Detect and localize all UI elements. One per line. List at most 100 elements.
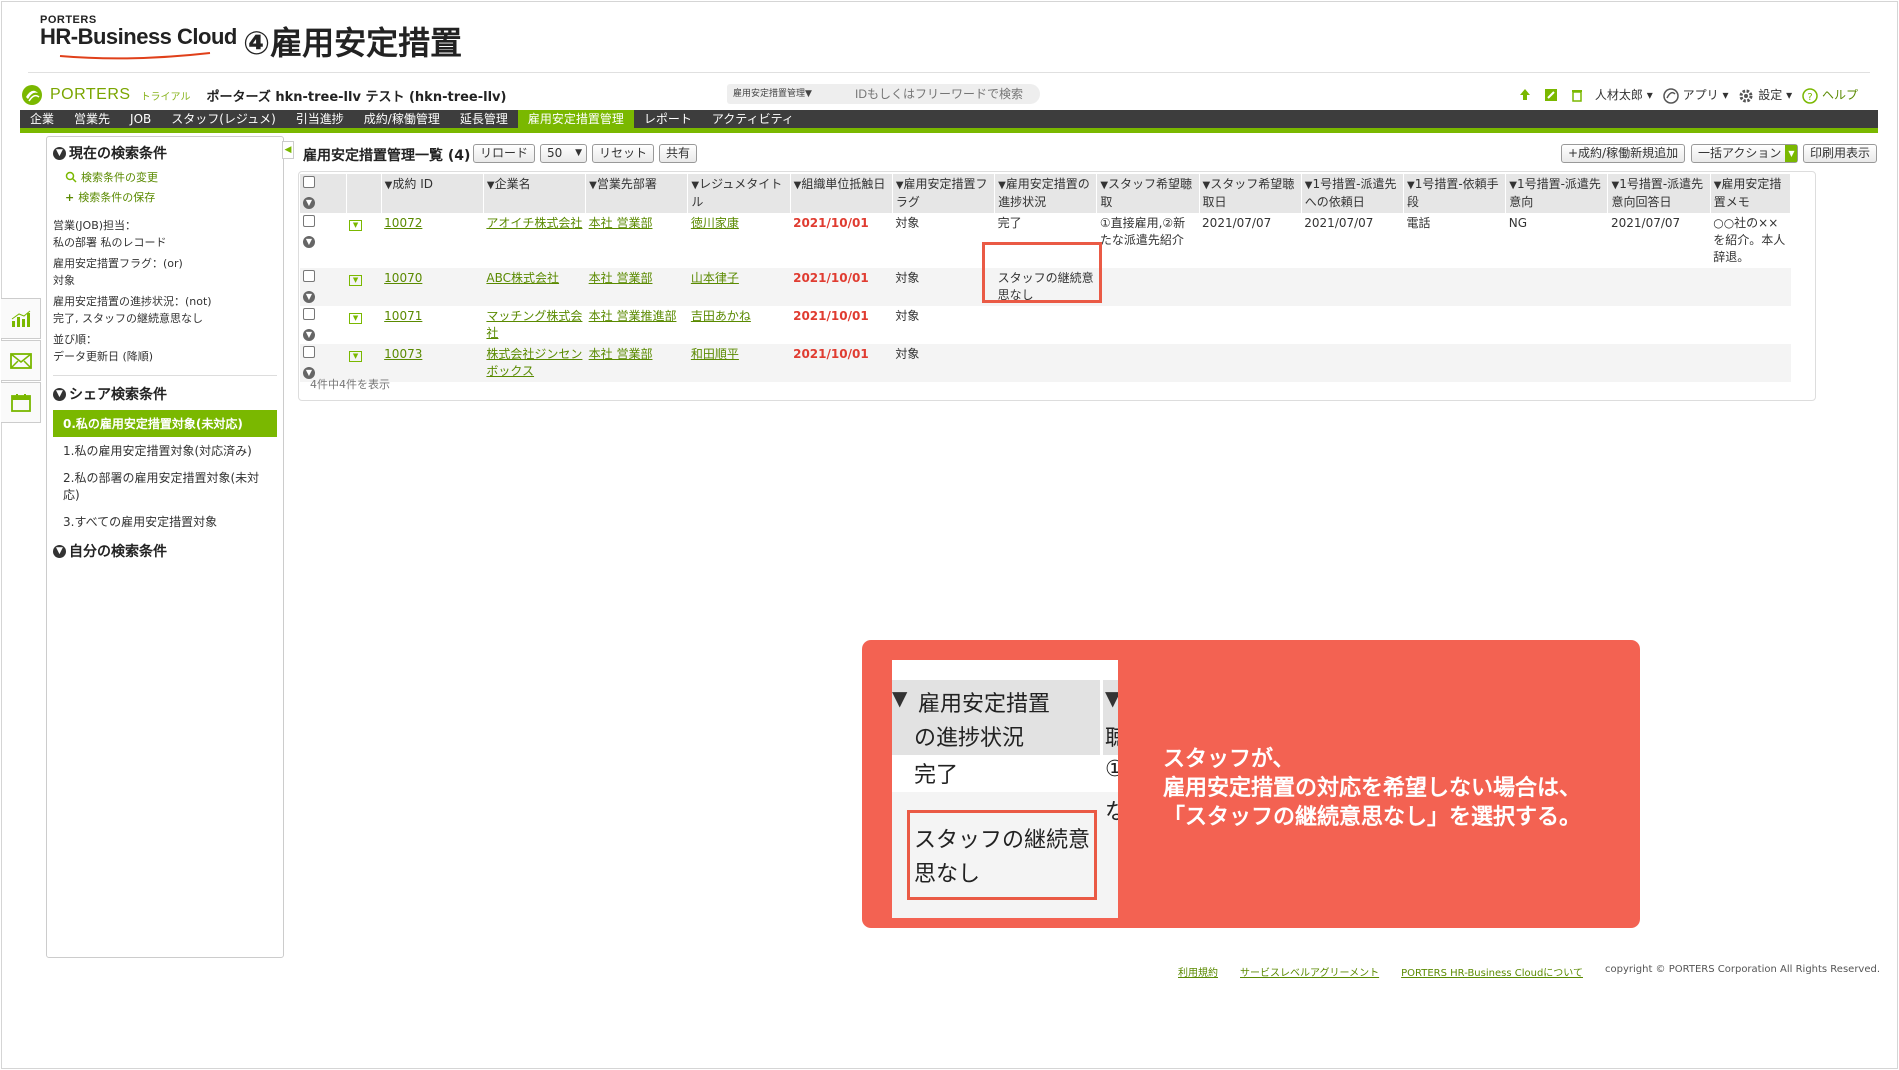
nav-item-extension-management[interactable]: 延長管理: [450, 110, 518, 128]
own-conditions-header[interactable]: ▼ 自分の検索条件: [53, 541, 277, 561]
department-link[interactable]: 本社 営業部: [589, 347, 653, 361]
select-all-checkbox[interactable]: [303, 176, 315, 188]
dispatch-intent-cell: NG: [1508, 216, 1528, 230]
table-row[interactable]: ▼ ▼ 10071 マッチング株式会社 本社 営業推進部 吉田あかね 2021/…: [300, 306, 1791, 344]
row-checkbox[interactable]: [303, 308, 315, 320]
user-menu[interactable]: 人材太郎 ▾: [1595, 86, 1653, 103]
reset-button[interactable]: リセット: [592, 144, 655, 163]
column-label: スタッフ希望聴取日: [1202, 177, 1295, 209]
row-action-dropdown-icon[interactable]: ▼: [349, 313, 363, 324]
about-link[interactable]: PORTERS HR-Business Cloudについて: [1401, 964, 1583, 979]
row-checkbox[interactable]: [303, 346, 315, 358]
shared-conditions-header[interactable]: ▼ シェア検索条件: [53, 384, 277, 404]
calendar-tool-button[interactable]: [1, 382, 41, 423]
mail-icon: [9, 352, 32, 369]
column-header-memo[interactable]: ▼雇用安定措置メモ: [1710, 174, 1792, 213]
zoom-row-complete: 完了: [914, 763, 959, 788]
row-action-dropdown-icon[interactable]: ▼: [349, 351, 363, 362]
nav-item-sales-target[interactable]: 営業先: [64, 110, 120, 128]
nav-item-employment-stability[interactable]: 雇用安定措置管理: [517, 110, 634, 128]
row-menu-icon[interactable]: ▼: [303, 291, 315, 303]
search-input[interactable]: [840, 84, 1040, 104]
change-conditions-link[interactable]: 検索条件の変更: [65, 169, 277, 185]
list-title: 雇用安定措置管理一覧 (4): [303, 148, 471, 164]
edit-icon[interactable]: [1543, 87, 1559, 103]
porters-leaf-icon: [22, 85, 42, 105]
contract-id-link[interactable]: 10071: [384, 309, 422, 323]
column-header-stability-flag[interactable]: ▼雇用安定措置フラグ: [892, 174, 996, 213]
department-link[interactable]: 本社 営業部: [589, 271, 653, 285]
table-row[interactable]: ▼ ▼ 10073 株式会社ジンセンボックス 本社 営業部 和田順平 2021/…: [300, 344, 1791, 382]
callout-line1: スタッフが、: [1163, 747, 1295, 772]
column-label: レジュメタイトル: [691, 177, 783, 209]
resume-link[interactable]: 山本律子: [691, 271, 739, 285]
contract-id-link[interactable]: 10072: [384, 216, 422, 230]
share-button[interactable]: 共有: [659, 144, 698, 163]
shared-condition-item-2[interactable]: 2.私の部署の雇用安定措置対象(未対応): [53, 464, 277, 508]
header-menu-icon[interactable]: ▼: [303, 197, 315, 209]
copyright-text: copyright © PORTERS Corporation All Righ…: [1605, 964, 1881, 975]
intent-reply-date-cell: 2021/07/07: [1610, 216, 1681, 230]
resume-link[interactable]: 和田順平: [691, 347, 739, 361]
column-header-dispatch-intent[interactable]: ▼1号措置-派遣先意向: [1505, 174, 1609, 213]
company-link[interactable]: 株式会社ジンセンボックス: [486, 347, 582, 378]
zoom-header-line1: 雇用安定措置: [918, 692, 1051, 717]
column-header-hearing-date[interactable]: ▼スタッフ希望聴取日: [1199, 174, 1302, 213]
trash-icon[interactable]: [1569, 87, 1585, 103]
settings-menu[interactable]: 設定 ▾: [1738, 86, 1792, 104]
nav-item-allocation-progress[interactable]: 引当進捗: [286, 110, 354, 128]
nav-item-report[interactable]: レポート: [634, 110, 702, 128]
nav-item-staff-resume[interactable]: スタッフ(レジュメ): [161, 110, 286, 128]
row-menu-icon[interactable]: ▼: [303, 236, 315, 248]
nav-item-job[interactable]: JOB: [120, 110, 161, 128]
bulk-action-button[interactable]: 一括アクション ▼: [1691, 144, 1799, 163]
chart-tool-button[interactable]: [1, 298, 41, 339]
nav-item-activity[interactable]: アクティビティ: [702, 110, 804, 128]
row-action-dropdown-icon[interactable]: ▼: [349, 220, 363, 231]
column-header-contract-id[interactable]: ▼成約 ID: [381, 174, 484, 213]
company-link[interactable]: マッチング株式会社: [486, 309, 582, 340]
column-header-intent-reply-date[interactable]: ▼1号措置-派遣先意向回答日: [1607, 174, 1711, 213]
column-header-request-date[interactable]: ▼1号措置-派遣先への依頼日: [1301, 174, 1405, 213]
column-header-progress-status[interactable]: ▼雇用安定措置の進捗状況: [994, 174, 1098, 213]
contract-id-link[interactable]: 10073: [384, 347, 422, 361]
row-checkbox[interactable]: [303, 270, 315, 282]
add-contract-button[interactable]: +成約/稼働新規追加: [1561, 144, 1686, 163]
terms-link[interactable]: 利用規約: [1178, 964, 1218, 979]
search-scope-select[interactable]: 雇用安定措置管理▼: [727, 84, 840, 104]
column-header-conflict-date[interactable]: ▼組織単位抵触日: [790, 174, 893, 213]
reload-button[interactable]: リロード: [473, 144, 536, 163]
sidebar-collapse-toggle[interactable]: ◀: [282, 141, 294, 159]
column-header-request-method[interactable]: ▼1号措置-依頼手段: [1403, 174, 1507, 213]
resume-link[interactable]: 徳川家康: [691, 216, 739, 230]
shared-condition-item-1[interactable]: 1.私の雇用安定措置対象(対応済み): [53, 437, 277, 464]
sla-link[interactable]: サービスレベルアグリーメント: [1240, 964, 1379, 979]
column-header-department[interactable]: ▼営業先部署: [585, 174, 689, 213]
row-action-dropdown-icon[interactable]: ▼: [349, 275, 363, 286]
per-page-select[interactable]: 50 ▼: [540, 144, 587, 163]
dispatch-intent-cell: [1505, 268, 1608, 306]
company-link[interactable]: ABC株式会社: [486, 271, 559, 285]
apps-menu[interactable]: アプリ ▾: [1663, 86, 1728, 104]
company-link[interactable]: アオイチ株式会社: [486, 216, 582, 230]
upload-icon[interactable]: [1517, 87, 1533, 103]
current-conditions-header[interactable]: ▼ 現在の検索条件: [53, 143, 277, 163]
shared-condition-item-0[interactable]: 0.私の雇用安定措置対象(未対応): [53, 410, 277, 437]
department-link[interactable]: 本社 営業推進部: [589, 309, 677, 323]
help-link[interactable]: ? ヘルプ: [1802, 86, 1858, 104]
print-view-button[interactable]: 印刷用表示: [1803, 144, 1878, 163]
mail-tool-button[interactable]: [1, 340, 41, 381]
resume-link[interactable]: 吉田あかね: [691, 309, 751, 323]
contract-id-link[interactable]: 10070: [384, 271, 422, 285]
nav-item-company[interactable]: 企業: [20, 110, 64, 128]
row-menu-icon[interactable]: ▼: [303, 329, 315, 341]
app-logo[interactable]: PORTERS トライアル ポーターズ hkn-tree-llv テスト (hk…: [20, 83, 506, 107]
shared-condition-item-3[interactable]: 3.すべての雇用安定措置対象: [53, 508, 277, 535]
row-checkbox[interactable]: [303, 215, 315, 227]
department-link[interactable]: 本社 営業部: [589, 216, 653, 230]
column-header-staff-hearing[interactable]: ▼スタッフ希望聴取: [1096, 174, 1200, 213]
nav-item-contract-management[interactable]: 成約/稼働管理: [354, 110, 450, 128]
save-conditions-link[interactable]: + 検索条件の保存: [65, 189, 277, 205]
column-header-company[interactable]: ▼企業名: [483, 174, 587, 213]
column-header-resume-title[interactable]: ▼レジュメタイトル: [687, 174, 791, 213]
